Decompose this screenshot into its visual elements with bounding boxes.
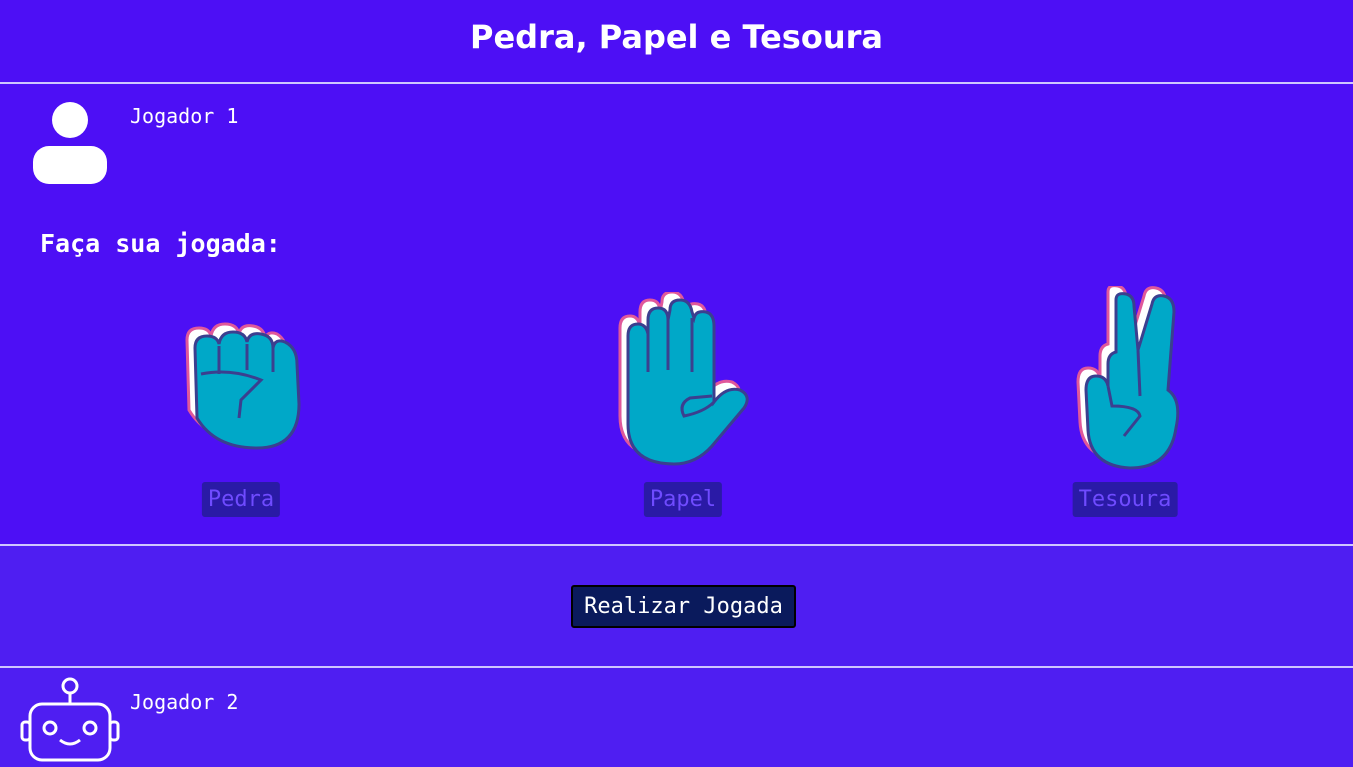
rock-fist-icon xyxy=(185,322,301,450)
choice-scissors[interactable]: Tesoura xyxy=(1015,284,1235,524)
move-prompt: Faça sua jogada: xyxy=(40,229,281,258)
player-1-name: Jogador 1 xyxy=(130,104,239,128)
robot-icon xyxy=(20,677,120,762)
scissors-hand-icon xyxy=(1076,286,1180,470)
person-icon xyxy=(33,102,107,184)
player-1-panel: Jogador 1 Faça sua jogada: Pedra Papel T… xyxy=(0,84,1353,546)
action-panel: Realizar Jogada xyxy=(0,546,1353,668)
paper-hand-icon xyxy=(618,292,749,466)
choice-paper-label: Papel xyxy=(643,482,723,517)
choice-rock[interactable]: Pedra xyxy=(131,284,351,524)
player-2-name: Jogador 2 xyxy=(130,690,239,714)
header: Pedra, Papel e Tesoura xyxy=(0,0,1353,84)
choice-scissors-label: Tesoura xyxy=(1072,482,1178,517)
choice-rock-label: Pedra xyxy=(201,482,281,517)
choice-paper[interactable]: Papel xyxy=(573,284,793,524)
play-button[interactable]: Realizar Jogada xyxy=(571,585,796,628)
player-2-panel: Jogador 2 xyxy=(0,668,1353,767)
page-title: Pedra, Papel e Tesoura xyxy=(470,18,883,56)
